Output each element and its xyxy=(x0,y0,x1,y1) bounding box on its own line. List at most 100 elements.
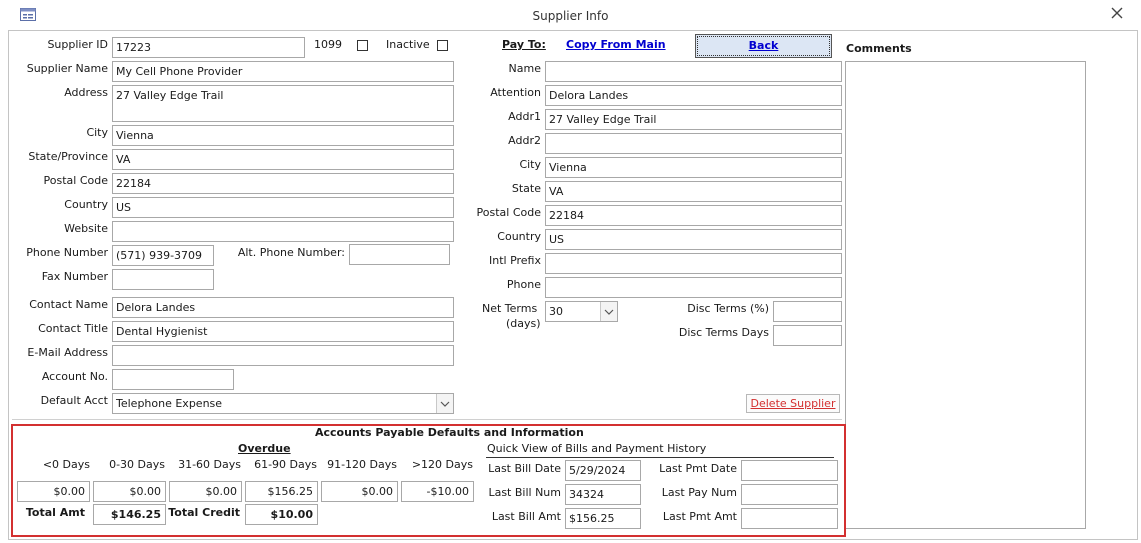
bucket-label-lt0: <0 Days xyxy=(42,458,90,471)
fax-number-input[interactable] xyxy=(112,269,214,290)
window-title: Supplier Info xyxy=(532,9,609,23)
disc-terms-input[interactable] xyxy=(773,301,842,322)
inactive-checkbox[interactable] xyxy=(437,40,448,51)
delete-supplier-label: Delete Supplier xyxy=(750,397,836,410)
last-pmt-amt-label: Last Pmt Amt xyxy=(662,510,737,523)
payto-country-label: Country xyxy=(497,230,541,243)
email-input[interactable] xyxy=(112,345,454,366)
email-label: E-Mail Address xyxy=(27,346,108,359)
attention-input[interactable]: Delora Landes xyxy=(545,85,842,106)
copy-from-main-link[interactable]: Copy From Main xyxy=(566,38,666,51)
bucket-label-61-90: 61-90 Days xyxy=(254,458,317,471)
title-bar: Supplier Info xyxy=(0,0,1141,30)
quick-view-label: Quick View of Bills and Payment History xyxy=(487,442,707,455)
disc-terms-days-input[interactable] xyxy=(773,325,842,346)
bucket-value-61-90: $156.25 xyxy=(245,481,318,502)
back-button-label: Back xyxy=(748,39,779,52)
payto-name-label: Name xyxy=(508,62,541,75)
postal-code-label: Postal Code xyxy=(43,174,108,187)
last-pay-num-value xyxy=(741,484,838,505)
payto-phone-input[interactable] xyxy=(545,277,842,298)
account-no-label: Account No. xyxy=(41,370,108,383)
default-acct-value: Telephone Expense xyxy=(116,397,223,410)
disc-terms-label: Disc Terms (%) xyxy=(687,302,769,315)
state-input[interactable]: VA xyxy=(112,149,454,170)
comments-textarea[interactable] xyxy=(845,61,1086,529)
addr2-input[interactable] xyxy=(545,133,842,154)
website-input[interactable] xyxy=(112,221,454,242)
bucket-value-31-60: $0.00 xyxy=(169,481,242,502)
supplier-id-input[interactable]: 17223 xyxy=(112,37,305,58)
fax-number-label: Fax Number xyxy=(41,270,108,283)
total-credit-label: Total Credit xyxy=(168,506,240,519)
pay-to-label: Pay To: xyxy=(502,38,546,51)
bucket-value-lt0: $0.00 xyxy=(17,481,90,502)
payto-phone-label: Phone xyxy=(506,278,541,291)
last-pmt-amt-value xyxy=(741,508,838,529)
total-amt-label: Total Amt xyxy=(25,506,85,519)
last-bill-date-value: 5/29/2024 xyxy=(565,460,641,481)
default-acct-select[interactable]: Telephone Expense xyxy=(112,393,454,414)
last-bill-date-label: Last Bill Date xyxy=(488,462,561,475)
website-label: Website xyxy=(64,222,108,235)
net-terms-label: Net Terms xyxy=(482,302,538,315)
payto-name-input[interactable] xyxy=(545,61,842,82)
back-button[interactable]: Back xyxy=(695,34,832,58)
bucket-value-91-120: $0.00 xyxy=(321,481,398,502)
section-divider xyxy=(12,419,842,420)
chevron-down-icon[interactable] xyxy=(600,302,617,321)
address-label: Address xyxy=(64,86,108,99)
supplier-name-label: Supplier Name xyxy=(26,62,108,75)
last-bill-num-label: Last Bill Num xyxy=(488,486,561,499)
address-input[interactable]: 27 Valley Edge Trail xyxy=(112,85,454,122)
last-pmt-date-label: Last Pmt Date xyxy=(659,462,737,475)
city-input[interactable]: Vienna xyxy=(112,125,454,146)
bucket-value-gt120: -$10.00 xyxy=(401,481,474,502)
contact-title-label: Contact Title xyxy=(38,322,108,335)
overdue-label: Overdue xyxy=(238,442,291,455)
addr1-input[interactable]: 27 Valley Edge Trail xyxy=(545,109,842,130)
contact-name-label: Contact Name xyxy=(29,298,108,311)
alt-phone-input[interactable] xyxy=(349,244,450,265)
account-no-input[interactable] xyxy=(112,369,234,390)
country-label: Country xyxy=(64,198,108,211)
city-label: City xyxy=(86,126,108,139)
supplier-name-input[interactable]: My Cell Phone Provider xyxy=(112,61,454,82)
country-input[interactable]: US xyxy=(112,197,454,218)
net-terms-select[interactable]: 30 xyxy=(545,301,618,322)
last-pay-num-label: Last Pay Num xyxy=(661,486,737,499)
intl-prefix-label: Intl Prefix xyxy=(488,254,541,267)
chevron-down-icon[interactable] xyxy=(436,394,453,413)
close-icon[interactable] xyxy=(1110,6,1124,20)
payto-country-input[interactable]: US xyxy=(545,229,842,250)
inactive-label: Inactive xyxy=(386,38,430,51)
bucket-label-31-60: 31-60 Days xyxy=(178,458,241,471)
comments-label: Comments xyxy=(846,42,912,55)
disc-terms-days-label: Disc Terms Days xyxy=(678,326,769,339)
payto-city-label: City xyxy=(519,158,541,171)
payto-postal-input[interactable]: 22184 xyxy=(545,205,842,226)
net-terms-value: 30 xyxy=(549,305,563,318)
payto-state-input[interactable]: VA xyxy=(545,181,842,202)
contact-title-input[interactable]: Dental Hygienist xyxy=(112,321,454,342)
supplier-id-label: Supplier ID xyxy=(47,38,108,51)
postal-code-input[interactable]: 22184 xyxy=(112,173,454,194)
phone-number-label: Phone Number xyxy=(26,246,108,259)
payto-city-input[interactable]: Vienna xyxy=(545,157,842,178)
total-amt-value: $146.25 xyxy=(93,504,166,525)
last-bill-num-value: 34324 xyxy=(565,484,641,505)
contact-name-input[interactable]: Delora Landes xyxy=(112,297,454,318)
last-bill-amt-value: $156.25 xyxy=(565,508,641,529)
1099-label: 1099 xyxy=(314,38,342,51)
delete-supplier-button[interactable]: Delete Supplier xyxy=(746,394,840,413)
intl-prefix-input[interactable] xyxy=(545,253,842,274)
bucket-label-0-30: 0-30 Days xyxy=(109,458,165,471)
net-terms-sub-label: (days) xyxy=(506,317,541,330)
bucket-value-0-30: $0.00 xyxy=(93,481,166,502)
1099-checkbox[interactable] xyxy=(357,40,368,51)
alt-phone-label: Alt. Phone Number: xyxy=(237,246,345,259)
phone-number-input[interactable]: (571) 939-3709 xyxy=(112,245,214,266)
state-label: State/Province xyxy=(28,150,108,163)
attention-label: Attention xyxy=(490,86,541,99)
payto-postal-label: Postal Code xyxy=(476,206,541,219)
